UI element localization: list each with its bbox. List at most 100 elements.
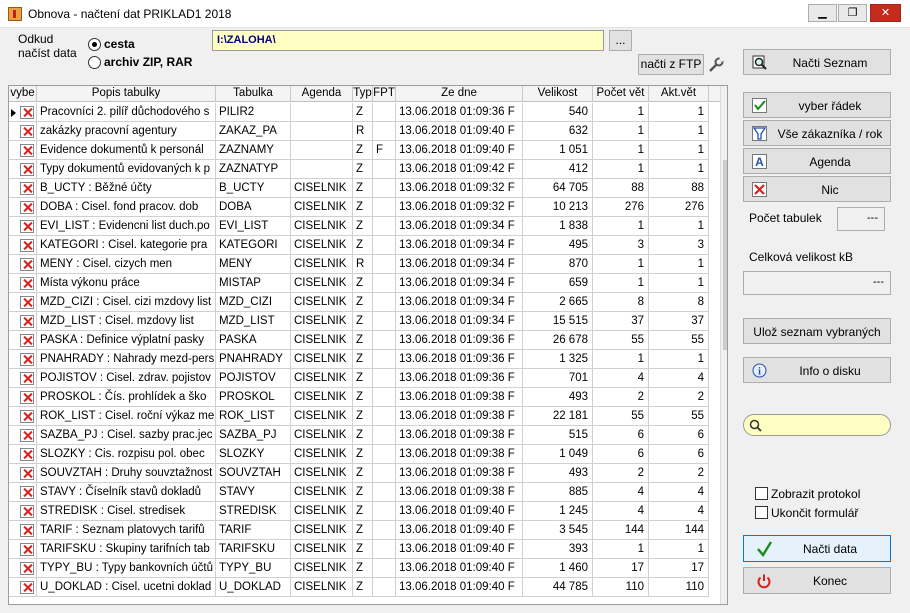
tables-grid[interactable]: vybe Popis tabulky Tabulka Agenda Typ FPT Ze d… [8, 85, 728, 605]
nic-button[interactable]: Nic [743, 176, 891, 202]
select-cell[interactable] [9, 103, 37, 122]
ukoncit-formular-label[interactable]: Ukončit formulář [771, 506, 858, 520]
nacti-seznam-button[interactable]: Načti Seznam [743, 49, 891, 75]
select-cell[interactable] [9, 274, 37, 293]
select-cell[interactable] [9, 331, 37, 350]
table-row[interactable]: Pracovníci 2. pilíř důchodového s PILIR2 Z… [9, 103, 709, 122]
table-row[interactable]: POJISTOV : Cisel. zdrav. pojistov POJISTO… [9, 369, 709, 388]
select-cell[interactable] [9, 426, 37, 445]
vertical-scrollbar[interactable]: ▲ ▼ [720, 86, 727, 604]
select-cell[interactable] [9, 350, 37, 369]
column-header[interactable]: vybe [9, 86, 37, 102]
table-row[interactable]: TARIFSKU : Skupiny tarifních tab TARIFSKU… [9, 540, 709, 559]
select-cell[interactable] [9, 179, 37, 198]
select-cell[interactable] [9, 388, 37, 407]
konec-button[interactable]: Konec [743, 567, 891, 594]
select-cell[interactable] [9, 407, 37, 426]
deselect-x-icon[interactable] [20, 277, 34, 290]
select-cell[interactable] [9, 217, 37, 236]
deselect-x-icon[interactable] [20, 429, 34, 442]
deselect-x-icon[interactable] [20, 315, 34, 328]
select-cell[interactable] [9, 255, 37, 274]
table-row[interactable]: KATEGORI : Cisel. kategorie pra KATEGORI C… [9, 236, 709, 255]
table-row[interactable]: SAZBA_PJ : Cisel. sazby prac.jec SAZBA_PJ… [9, 426, 709, 445]
table-row[interactable]: MENY : Cisel. cizych men MENY CISELNIK R 13.… [9, 255, 709, 274]
radio-archiv-label[interactable]: archiv ZIP, RAR [104, 55, 192, 69]
column-header[interactable]: Ze dne [396, 86, 523, 102]
select-cell[interactable] [9, 293, 37, 312]
minimize-button[interactable]: ▁ [808, 4, 837, 22]
deselect-x-icon[interactable] [20, 562, 34, 575]
select-cell[interactable] [9, 559, 37, 578]
agenda-button[interactable]: A Agenda [743, 148, 891, 174]
table-row[interactable]: ROK_LIST : Cisel. roční výkaz me ROK_LIST… [9, 407, 709, 426]
table-row[interactable]: EVI_LIST : Evidencni list duch.po EVI_LIS… [9, 217, 709, 236]
table-row[interactable]: B_UCTY : Běžné účty B_UCTY CISELNIK Z 13.06.… [9, 179, 709, 198]
select-cell[interactable] [9, 369, 37, 388]
select-cell[interactable] [9, 464, 37, 483]
deselect-x-icon[interactable] [20, 391, 34, 404]
table-row[interactable]: DOBA : Cisel. fond pracov. dob DOBA CISELN… [9, 198, 709, 217]
select-cell[interactable] [9, 141, 37, 160]
select-cell[interactable] [9, 540, 37, 559]
column-header[interactable]: Typ [353, 86, 373, 102]
column-header[interactable]: Akt.vět [649, 86, 709, 102]
deselect-x-icon[interactable] [20, 144, 34, 157]
column-header[interactable]: Tabulka [216, 86, 291, 102]
select-cell[interactable] [9, 160, 37, 179]
table-row[interactable]: STREDISK : Cisel. stredisek STREDISK CISEL… [9, 502, 709, 521]
deselect-x-icon[interactable] [20, 201, 34, 214]
column-header[interactable]: Velikost [523, 86, 593, 102]
deselect-x-icon[interactable] [20, 296, 34, 309]
path-input[interactable]: I:\ZALOHA\ [212, 30, 604, 51]
deselect-x-icon[interactable] [20, 239, 34, 252]
scroll-down-icon[interactable]: ▼ [721, 589, 727, 604]
deselect-x-icon[interactable] [20, 467, 34, 480]
table-row[interactable]: Místa výkonu práce MISTAP CISELNIK Z 13.06.2… [9, 274, 709, 293]
scroll-up-icon[interactable]: ▲ [721, 86, 727, 103]
deselect-x-icon[interactable] [20, 410, 34, 423]
deselect-x-icon[interactable] [20, 258, 34, 271]
vse-zakaznika-button[interactable]: Vše zákazníka / rok [743, 120, 891, 146]
deselect-x-icon[interactable] [20, 220, 34, 233]
deselect-x-icon[interactable] [20, 505, 34, 518]
scroll-thumb[interactable] [723, 160, 727, 350]
table-row[interactable]: SOUVZTAH : Druhy souvztažnost SOUVZTAH CIS… [9, 464, 709, 483]
column-header[interactable]: FPT [373, 86, 396, 102]
table-row[interactable]: MZD_LIST : Cisel. mzdovy list MZD_LIST CIS… [9, 312, 709, 331]
deselect-x-icon[interactable] [20, 543, 34, 556]
table-row[interactable]: MZD_CIZI : Cisel. cizi mzdovy list MZD_CI… [9, 293, 709, 312]
zobrazit-protokol-checkbox[interactable] [755, 487, 768, 500]
table-row[interactable]: U_DOKLAD : Cisel. ucetni doklad U_DOKLAD C… [9, 578, 709, 597]
table-row[interactable]: TYPY_BU : Typy bankovních účtů TYPY_BU CIS… [9, 559, 709, 578]
table-row[interactable]: Typy dokumentů evidovaných k p ZAZNATYP Z 1… [9, 160, 709, 179]
ukoncit-formular-checkbox[interactable] [755, 506, 768, 519]
deselect-x-icon[interactable] [20, 448, 34, 461]
ftp-button[interactable]: načti z FTP [638, 54, 704, 75]
deselect-x-icon[interactable] [20, 353, 34, 366]
deselect-x-icon[interactable] [20, 334, 34, 347]
column-header[interactable]: Počet vět [593, 86, 649, 102]
wrench-icon[interactable] [707, 56, 725, 74]
vyber-radek-button[interactable]: vyber řádek [743, 92, 891, 118]
browse-button[interactable]: ... [609, 30, 632, 51]
nacti-data-button[interactable]: Načti data [743, 535, 891, 562]
deselect-x-icon[interactable] [20, 106, 34, 119]
select-cell[interactable] [9, 502, 37, 521]
deselect-x-icon[interactable] [20, 372, 34, 385]
deselect-x-icon[interactable] [20, 182, 34, 195]
info-disk-button[interactable]: i Info o disku [743, 357, 891, 383]
deselect-x-icon[interactable] [20, 524, 34, 537]
close-button[interactable]: ✕ [870, 4, 901, 22]
select-cell[interactable] [9, 578, 37, 597]
table-row[interactable]: zakázky pracovní agentury ZAKAZ_PA R 13.06.… [9, 122, 709, 141]
table-row[interactable]: STAVY : Číselník stavů dokladů STAVY CISEL… [9, 483, 709, 502]
table-row[interactable]: Evidence dokumentů k personál ZAZNAMY Z F 13… [9, 141, 709, 160]
select-cell[interactable] [9, 312, 37, 331]
select-cell[interactable] [9, 198, 37, 217]
deselect-x-icon[interactable] [20, 163, 34, 176]
table-row[interactable]: PASKA : Definice výplatní pasky PASKA CISE… [9, 331, 709, 350]
select-cell[interactable] [9, 521, 37, 540]
deselect-x-icon[interactable] [20, 125, 34, 138]
select-cell[interactable] [9, 236, 37, 255]
